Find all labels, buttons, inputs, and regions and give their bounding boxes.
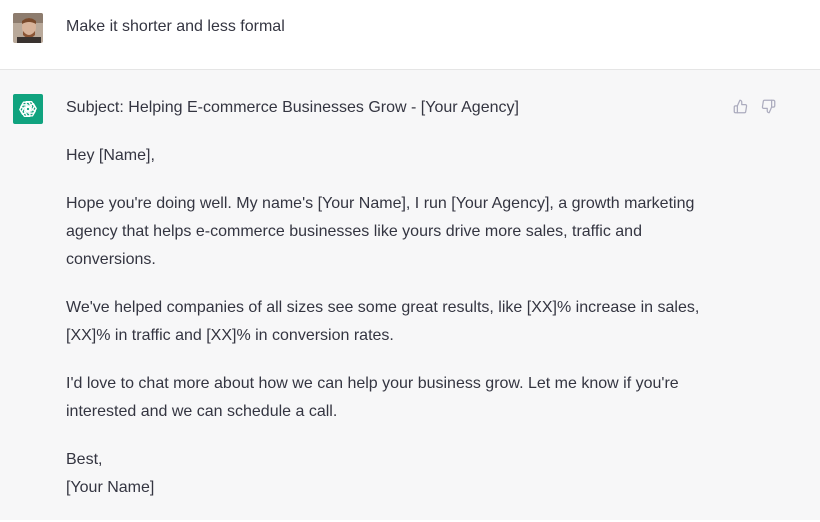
user-avatar-image — [13, 13, 43, 43]
email-paragraph-3: I'd love to chat more about how we can h… — [66, 370, 726, 426]
paragraph-1-line-2: agency that helps e-commerce businesses … — [66, 223, 642, 240]
assistant-message-body: Subject: Helping E-commerce Businesses G… — [66, 94, 726, 522]
paragraph-2-line-1: We've helped companies of all sizes see … — [66, 299, 700, 316]
email-greeting: Hey [Name], — [66, 142, 726, 170]
email-signature: [Your Name] — [66, 479, 155, 496]
paragraph-1-line-1: Hope you're doing well. My name's [Your … — [66, 195, 695, 212]
user-avatar — [13, 13, 43, 43]
email-greeting-text: Hey [Name], — [66, 147, 155, 164]
openai-logo-icon — [13, 94, 43, 124]
assistant-message-row: Subject: Helping E-commerce Businesses G… — [0, 70, 820, 520]
paragraph-1-line-3: conversions. — [66, 251, 156, 268]
email-signoff: Best, — [66, 451, 103, 468]
email-subject: Subject: Helping E-commerce Businesses G… — [66, 94, 726, 122]
thumbs-down-button[interactable] — [760, 98, 776, 114]
paragraph-2-line-2: [XX]% in traffic and [XX]% in conversion… — [66, 327, 394, 344]
email-paragraph-2: We've helped companies of all sizes see … — [66, 294, 726, 350]
user-message-row: Make it shorter and less formal — [0, 0, 820, 70]
user-message-text: Make it shorter and less formal — [66, 18, 285, 35]
thumbs-up-button[interactable] — [732, 98, 748, 114]
paragraph-3-line-1: I'd love to chat more about how we can h… — [66, 375, 679, 392]
email-subject-text: Subject: Helping E-commerce Businesses G… — [66, 99, 519, 116]
thumbs-down-icon — [761, 99, 775, 113]
paragraph-3-line-2: interested and we can schedule a call. — [66, 403, 338, 420]
email-closing: Best, [Your Name] — [66, 446, 726, 502]
email-paragraph-1: Hope you're doing well. My name's [Your … — [66, 190, 726, 274]
thumbs-up-icon — [733, 99, 747, 113]
